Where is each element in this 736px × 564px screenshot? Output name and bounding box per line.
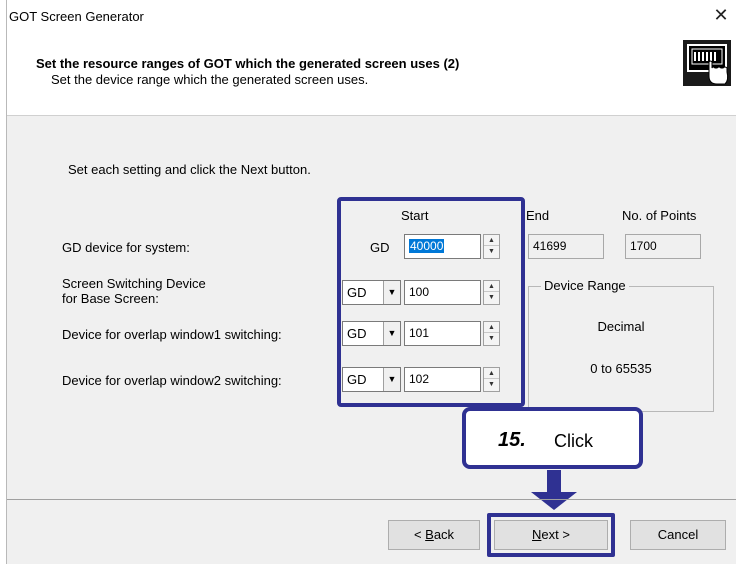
system-device-end-field: 41699 (528, 234, 604, 259)
touch-panel-hand-icon (683, 40, 731, 86)
device-range-title: Device Range (541, 278, 629, 293)
back-prefix: < (413, 527, 426, 542)
step-action: Click (554, 431, 593, 451)
base-screen-label-line1: Screen Switching Device (62, 276, 206, 291)
back-mnemonic: B (425, 527, 434, 542)
header-subtitle: Set the device range which the generated… (51, 72, 369, 87)
callout-pointer-stem (547, 470, 561, 494)
step-number: 15. (498, 429, 526, 451)
title-bar: GOT Screen Generator ✕ (7, 0, 736, 30)
end-column-header: End (526, 208, 550, 223)
system-device-points-field: 1700 (625, 234, 701, 259)
window-title: GOT Screen Generator (9, 9, 144, 24)
back-button[interactable]: < Back (388, 520, 480, 550)
next-button-highlight (487, 513, 615, 557)
button-separator (7, 499, 736, 500)
points-column-header: No. of Points (622, 208, 697, 223)
overlap2-label: Device for overlap window2 switching: (62, 373, 282, 388)
device-range-radix: Decimal (597, 319, 645, 334)
start-column-highlight (337, 197, 525, 407)
step-callout: 15. Click (462, 407, 643, 469)
system-device-label: GD device for system: (62, 240, 190, 255)
wizard-header: Set the resource ranges of GOT which the… (7, 30, 736, 116)
back-rest: ack (433, 527, 455, 542)
base-screen-label-line2: for Base Screen: (62, 291, 159, 306)
dialog-window: GOT Screen Generator ✕ Set the resource … (6, 0, 736, 564)
close-icon[interactable]: ✕ (709, 4, 733, 26)
device-range-group: Device Range Decimal 0 to 65535 (528, 278, 714, 412)
callout-arrow-icon (531, 492, 577, 510)
cancel-button[interactable]: Cancel (630, 520, 726, 550)
header-title: Set the resource ranges of GOT which the… (36, 56, 460, 71)
overlap1-label: Device for overlap window1 switching: (62, 327, 282, 342)
instruction-text: Set each setting and click the Next butt… (68, 162, 311, 177)
device-range-values: 0 to 65535 (590, 361, 652, 376)
